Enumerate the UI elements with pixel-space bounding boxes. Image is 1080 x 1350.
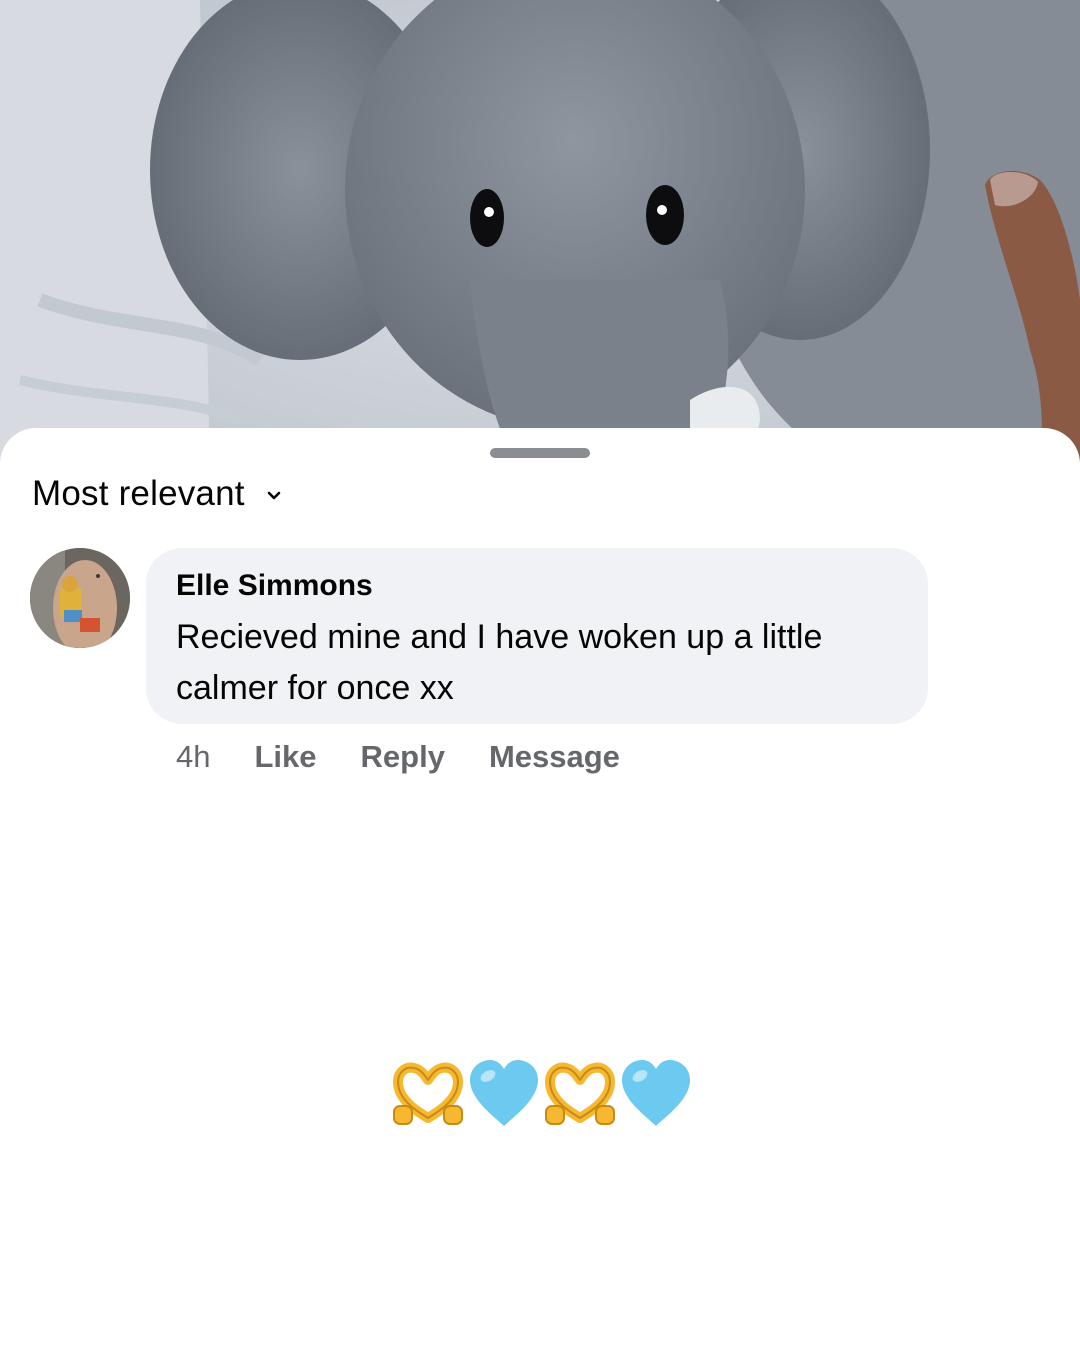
sort-label: Most relevant <box>32 474 245 513</box>
screen: Most relevant Elle Simmons Recieved mine… <box>0 0 1080 1350</box>
comment-bubble[interactable]: Elle Simmons Recieved mine and I have wo… <box>146 548 928 724</box>
comment-actions: 4h Like Reply Message <box>176 734 664 780</box>
chevron-down-icon <box>267 491 280 500</box>
sheet-drag-handle[interactable] <box>490 448 590 458</box>
light-blue-heart-emoji <box>470 1060 538 1126</box>
post-photo[interactable] <box>0 0 1080 470</box>
emoji-row <box>390 1054 694 1134</box>
comment-author[interactable]: Elle Simmons <box>176 566 898 606</box>
comments-sheet: Most relevant Elle Simmons Recieved mine… <box>0 428 1080 1350</box>
avatar-image <box>30 548 130 648</box>
plush-elephant-image <box>0 0 1080 470</box>
comment-timestamp: 4h <box>176 739 211 774</box>
sort-dropdown[interactable]: Most relevant <box>32 472 283 516</box>
avatar[interactable] <box>30 548 130 648</box>
message-button[interactable]: Message <box>489 739 620 775</box>
like-button[interactable]: Like <box>254 739 316 775</box>
light-blue-heart-emoji <box>622 1060 690 1126</box>
reply-button[interactable]: Reply <box>361 739 445 775</box>
comment-text: Recieved mine and I have woken up a litt… <box>176 618 823 707</box>
heart-hands-emoji <box>393 1062 463 1125</box>
heart-hands-emoji <box>545 1062 615 1125</box>
